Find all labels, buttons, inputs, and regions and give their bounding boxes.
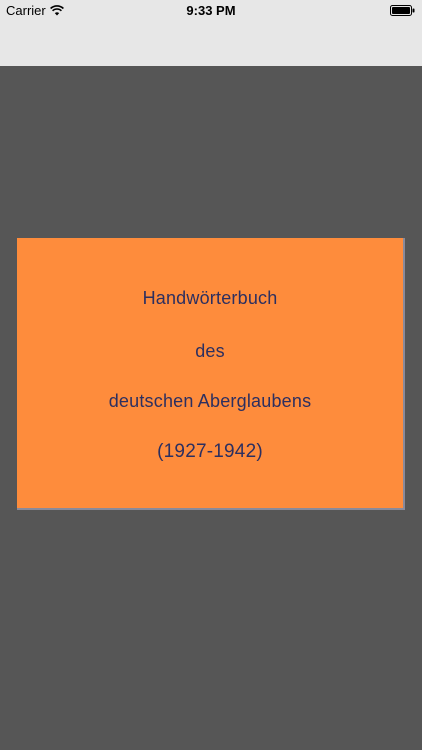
cover-years: (1927-1942) xyxy=(157,441,263,462)
cover-title-line-3: deutschen Aberglaubens xyxy=(108,391,312,411)
app-screen: Carrier 9:33 PM Handwörterbuch des deuts… xyxy=(0,0,422,750)
book-cover-image[interactable]: Handwörterbuch des deutschen Aberglauben… xyxy=(17,238,405,510)
clock: 9:33 PM xyxy=(186,3,236,18)
battery-icon xyxy=(390,5,415,16)
cover-title-line-1: Handwörterbuch xyxy=(142,288,278,308)
status-bar: Carrier 9:33 PM xyxy=(0,0,422,22)
navigation-bar xyxy=(0,22,422,66)
top-bar: Carrier 9:33 PM xyxy=(0,0,422,66)
cover-title-line-2: des xyxy=(195,341,225,361)
